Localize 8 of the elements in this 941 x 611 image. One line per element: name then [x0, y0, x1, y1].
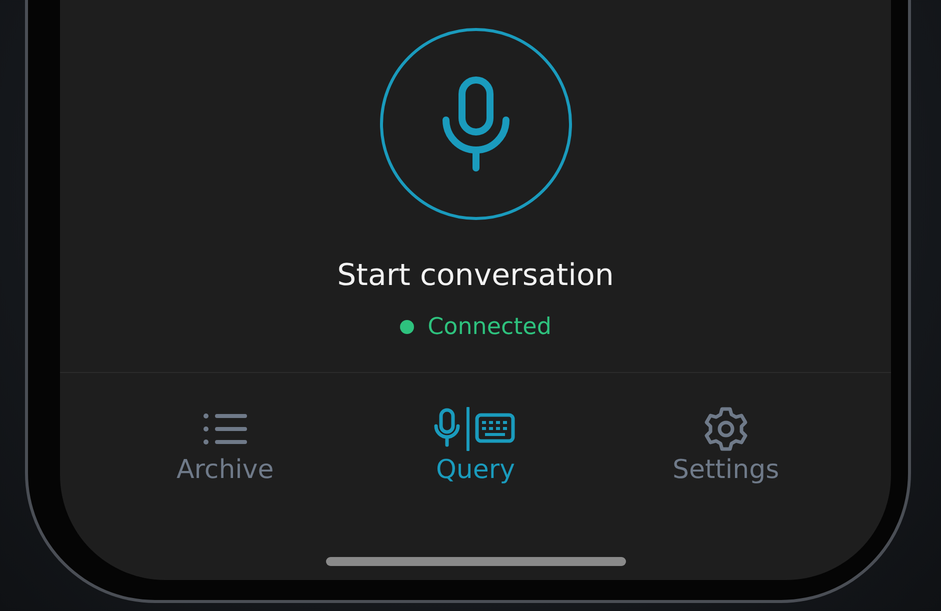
- microphone-keyboard-icon: [434, 407, 516, 451]
- tab[interactable]: Archive: [125, 407, 326, 485]
- settings-icon: [704, 407, 748, 451]
- tab[interactable]: Settings: [626, 407, 826, 485]
- connection-status: Connected: [428, 314, 552, 340]
- microphone-button[interactable]: [380, 28, 572, 220]
- start-conversation-text: Start conversation: [337, 258, 614, 294]
- tab[interactable]: Query: [375, 407, 576, 485]
